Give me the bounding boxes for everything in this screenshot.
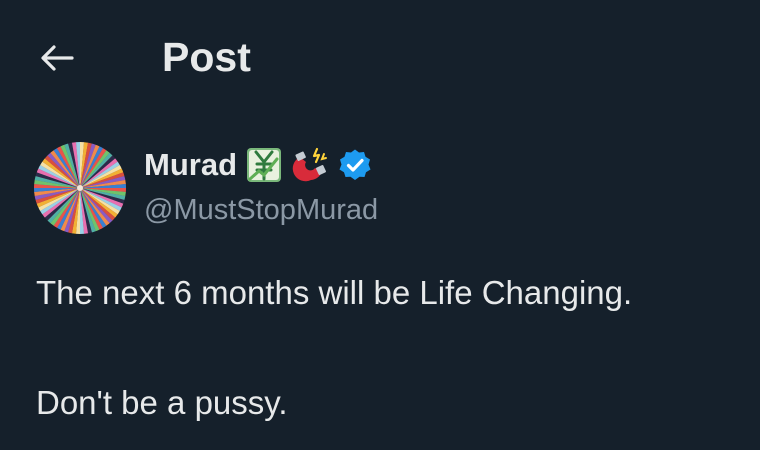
avatar-image (34, 142, 126, 234)
back-button[interactable] (34, 38, 78, 78)
author-handle[interactable]: @MustStopMurad (144, 192, 378, 228)
post-header: Post (0, 0, 760, 112)
author-name[interactable]: Murad (144, 145, 237, 185)
yen-chart-emoji-icon (246, 147, 282, 183)
page-title: Post (162, 34, 251, 80)
author-name-row: Murad (144, 142, 372, 188)
tweet-text-line: Don't be a pussy. (36, 384, 288, 421)
arrow-left-icon (41, 45, 74, 71)
magnet-emoji-icon (291, 147, 329, 183)
verified-badge-icon[interactable] (338, 148, 372, 182)
avatar[interactable] (34, 142, 126, 234)
post-page: Post Murad @MustStopMurad The next 6 mon… (0, 0, 760, 450)
tweet-text-line: The next 6 months will be Life Changing. (36, 274, 633, 311)
